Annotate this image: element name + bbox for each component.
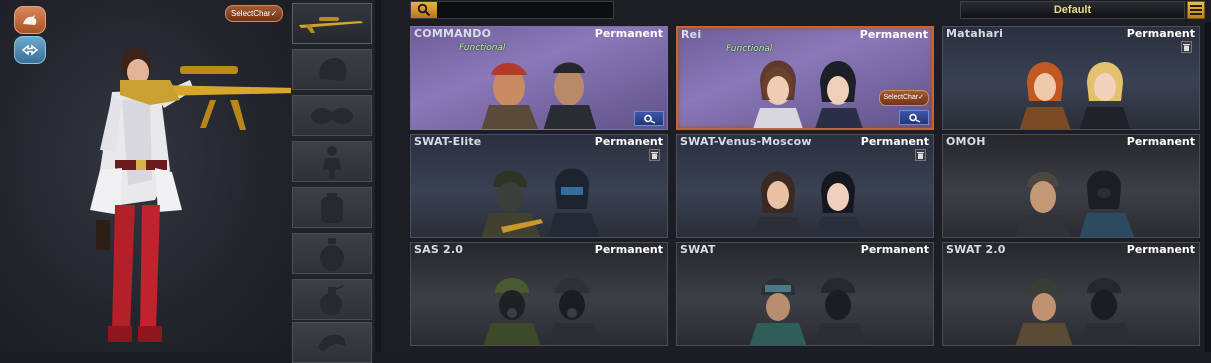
character-card-swat-2[interactable]: SWAT 2.0 Permanent <box>942 242 1200 346</box>
search-box[interactable] <box>410 1 614 19</box>
delete-button[interactable] <box>915 149 926 161</box>
gear-icon <box>909 113 921 123</box>
card-name: SWAT <box>680 243 716 256</box>
slot-helmet[interactable] <box>292 49 372 90</box>
trash-icon <box>651 152 658 159</box>
slot-emote[interactable] <box>292 322 372 363</box>
slot-grenade[interactable] <box>292 279 372 320</box>
character-portrait-image <box>751 171 865 237</box>
search-input[interactable] <box>439 2 609 18</box>
character-card-swat[interactable]: SWAT Permanent <box>676 242 934 346</box>
character-portrait-image <box>1015 170 1135 237</box>
delete-button[interactable] <box>649 149 660 161</box>
gear-icon <box>644 114 656 124</box>
equipment-slot-column <box>291 0 375 363</box>
hamburger-icon <box>1190 5 1202 15</box>
grenade-slot-icon <box>320 284 344 315</box>
character-slot-icon <box>323 145 341 179</box>
character-card-swat-elite[interactable]: SWAT-Elite Permanent <box>410 134 668 238</box>
character-model-image <box>90 48 291 342</box>
search-button[interactable] <box>411 2 437 18</box>
search-icon <box>417 3 431 17</box>
slot-character[interactable] <box>292 141 372 182</box>
character-card-matahari[interactable]: Matahari Permanent <box>942 26 1200 130</box>
character-portrait-image <box>749 278 867 345</box>
canteen-slot-icon <box>320 237 344 271</box>
character-view-button[interactable] <box>14 6 46 34</box>
trash-icon <box>917 152 924 159</box>
slot-backpack[interactable] <box>292 187 372 228</box>
slot-weapon[interactable] <box>292 3 372 44</box>
helmet-slot-icon <box>319 57 347 81</box>
character-portrait-image <box>483 278 601 345</box>
card-name: Rei <box>681 28 702 41</box>
goggles-slot-icon <box>311 107 353 124</box>
character-portrait-image <box>1019 62 1131 129</box>
emote-slot-icon <box>318 334 346 352</box>
character-card-swat-venus-moscow[interactable]: SWAT-Venus-Moscow Permanent <box>676 134 934 238</box>
slot-goggles[interactable] <box>292 95 372 136</box>
character-card-omoh[interactable]: OMOH Permanent <box>942 134 1200 238</box>
sort-dropdown[interactable]: Default <box>960 1 1185 19</box>
character-settings-button[interactable] <box>899 110 929 125</box>
scrollbar[interactable] <box>1205 22 1211 352</box>
character-card-commando[interactable]: COMMANDO Permanent Functional <box>410 26 668 130</box>
delete-button[interactable] <box>1181 41 1192 53</box>
card-name: OMOH <box>946 135 986 148</box>
character-portrait-image <box>753 60 863 128</box>
character-settings-button[interactable] <box>634 111 664 126</box>
character-portrait-image <box>481 168 601 237</box>
character-silhouette-icon <box>23 15 37 25</box>
swap-view-button[interactable] <box>14 36 46 64</box>
character-preview-panel: SelectChar✓ <box>0 0 291 352</box>
select-character-badge[interactable]: SelectChar✓ <box>225 5 284 22</box>
select-character-button[interactable]: SelectChar✓ <box>878 90 929 106</box>
gold-sniper-rifle-icon <box>299 16 363 33</box>
swap-arrows-icon <box>21 44 39 56</box>
character-portrait-image <box>481 62 597 129</box>
menu-button[interactable] <box>1187 1 1205 19</box>
character-card-sas-2[interactable]: SAS 2.0 Permanent <box>410 242 668 346</box>
character-portrait-image <box>1015 278 1133 345</box>
backpack-slot-icon <box>321 192 343 223</box>
slot-canteen[interactable] <box>292 233 372 274</box>
character-card-rei[interactable]: Rei Permanent Functional SelectChar✓ <box>676 26 934 130</box>
trash-icon <box>1183 44 1190 51</box>
